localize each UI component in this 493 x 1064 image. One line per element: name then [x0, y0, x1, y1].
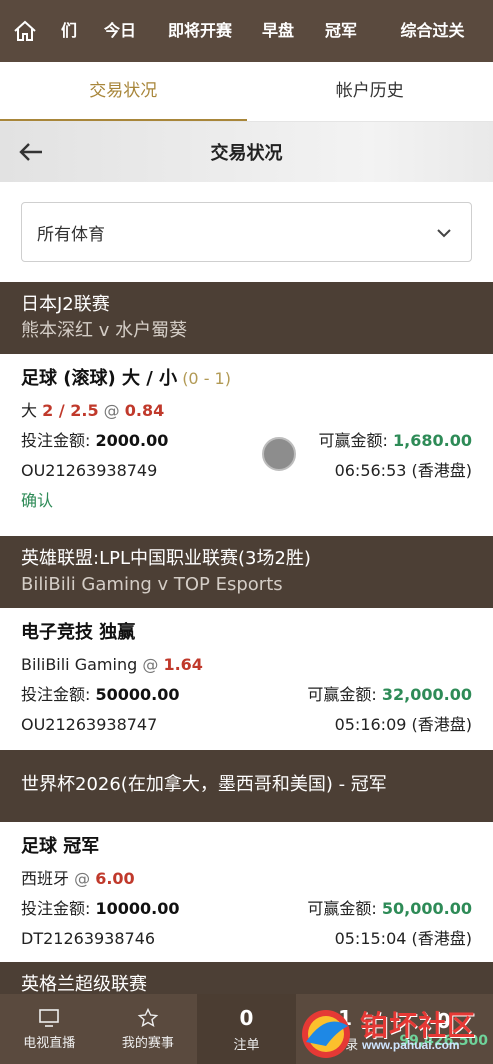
league-name: 英雄联盟:LPL中国职业联赛(3场2胜): [21, 548, 311, 569]
win-label: 可赢金额:: [307, 685, 377, 704]
bet-time: 05:15:04 (香港盘): [334, 929, 472, 948]
bottom-tab-tv[interactable]: 电视直播: [0, 994, 99, 1064]
bet-card: 足球 (滚球) 大 / 小 (0 - 1) 大 2 / 2.5 @ 0.84 投…: [0, 362, 493, 528]
chevron-down-icon: [435, 225, 453, 239]
bet-time: 05:16:09 (香港盘): [334, 715, 472, 734]
odds: 6.00: [95, 869, 135, 888]
stake-amount: 10000.00: [95, 899, 180, 918]
stake-label: 投注金额:: [21, 899, 91, 918]
stake-label: 投注金额:: [21, 431, 91, 450]
odds: 0.84: [124, 401, 165, 420]
tv-icon: [39, 1008, 60, 1027]
back-arrow-icon[interactable]: [18, 140, 44, 164]
selection: 大: [21, 401, 38, 420]
bottom-tab-my-events[interactable]: 我的赛事: [99, 994, 198, 1064]
league-header: 世界杯2026(在加拿大，墨西哥和美国) - 冠军: [0, 750, 493, 822]
filter-section: 所有体育: [0, 182, 493, 282]
bet-reference: OU21263938749: [21, 461, 158, 480]
nav-item-outright[interactable]: 冠军: [308, 0, 374, 62]
nav-item-upcoming[interactable]: 即将开赛: [152, 0, 248, 62]
at-sign: @: [142, 655, 159, 674]
win-amount: 1,680.00: [393, 431, 472, 450]
sport-filter-select[interactable]: 所有体育: [21, 202, 472, 262]
tv-label: 电视直播: [23, 1035, 76, 1051]
win-amount: 32,000.00: [381, 685, 472, 704]
top-nav: 们 今日 即将开赛 早盘 冠军 综合过关: [0, 0, 493, 62]
watermark: 铂坏社区 www.pahuai.com: [296, 1000, 493, 1064]
floating-assistive-button[interactable]: [262, 437, 296, 471]
page-header: 交易状况: [0, 122, 493, 182]
market-name: 足球 冠军: [21, 836, 100, 857]
league-header: 英雄联盟:LPL中国职业联赛(3场2胜) BiliBili Gaming v T…: [0, 536, 493, 608]
watermark-site: www.pahuai.com: [362, 1038, 460, 1052]
bets-label: 注单: [233, 1037, 260, 1053]
win-amount: 50,000.00: [381, 899, 472, 918]
sport-filter-value: 所有体育: [37, 224, 105, 245]
bet-card: 电子竞技 独赢 BiliBili Gaming @ 1.64 投注金额: 500…: [0, 616, 493, 748]
home-icon[interactable]: [0, 0, 50, 62]
bottom-tab-bets[interactable]: 0 注单: [197, 994, 296, 1064]
bet-card: 足球 冠军 西班牙 @ 6.00 投注金额: 10000.00 可赢金额: 50…: [0, 830, 493, 962]
at-sign: @: [74, 869, 91, 888]
bet-time: 06:56:53 (香港盘): [334, 461, 472, 480]
win-label: 可赢金额:: [307, 899, 377, 918]
watermark-logo-icon: [302, 1010, 350, 1058]
bets-count: 0: [239, 1005, 254, 1030]
star-icon: [137, 1007, 159, 1027]
stake-amount: 2000.00: [95, 431, 169, 450]
live-score: (0 - 1): [182, 369, 231, 388]
match-teams: BiliBili Gaming v TOP Esports: [21, 574, 283, 595]
league-name: 世界杯2026(在加拿大，墨西哥和美国) - 冠军: [21, 774, 387, 795]
selection: 西班牙: [21, 869, 70, 888]
bet-reference: DT21263938746: [21, 929, 156, 948]
market-name: 电子竞技 独赢: [21, 622, 136, 643]
status-badge: 确认: [21, 491, 54, 510]
league-name: 日本J2联赛: [21, 294, 110, 315]
tab-trade-status[interactable]: 交易状况: [0, 62, 247, 121]
league-header: 日本J2联赛 熊本深红 v 水户蜀葵: [0, 282, 493, 354]
stake-amount: 50000.00: [95, 685, 180, 704]
match-teams: 熊本深红 v 水户蜀葵: [21, 320, 188, 341]
win-label: 可赢金额:: [318, 431, 388, 450]
stake-label: 投注金额:: [21, 685, 91, 704]
at-sign: @: [103, 401, 120, 420]
selection: BiliBili Gaming: [21, 655, 138, 674]
tab-account-history[interactable]: 帐户历史: [247, 62, 493, 121]
tab-bar: 交易状况 帐户历史: [0, 62, 493, 122]
page-title: 交易状况: [210, 143, 283, 164]
market-name: 足球 (滚球) 大 / 小: [21, 368, 178, 389]
nav-item-parlay[interactable]: 综合过关: [374, 0, 491, 62]
nav-item-today[interactable]: 今日: [88, 0, 152, 62]
odds: 1.64: [163, 655, 203, 674]
my-events-label: 我的赛事: [121, 1035, 174, 1051]
nav-item-in-play[interactable]: 们: [50, 0, 88, 62]
handicap: 2 / 2.5: [42, 401, 99, 420]
bet-reference: OU21263938747: [21, 715, 158, 734]
nav-item-early[interactable]: 早盘: [248, 0, 308, 62]
